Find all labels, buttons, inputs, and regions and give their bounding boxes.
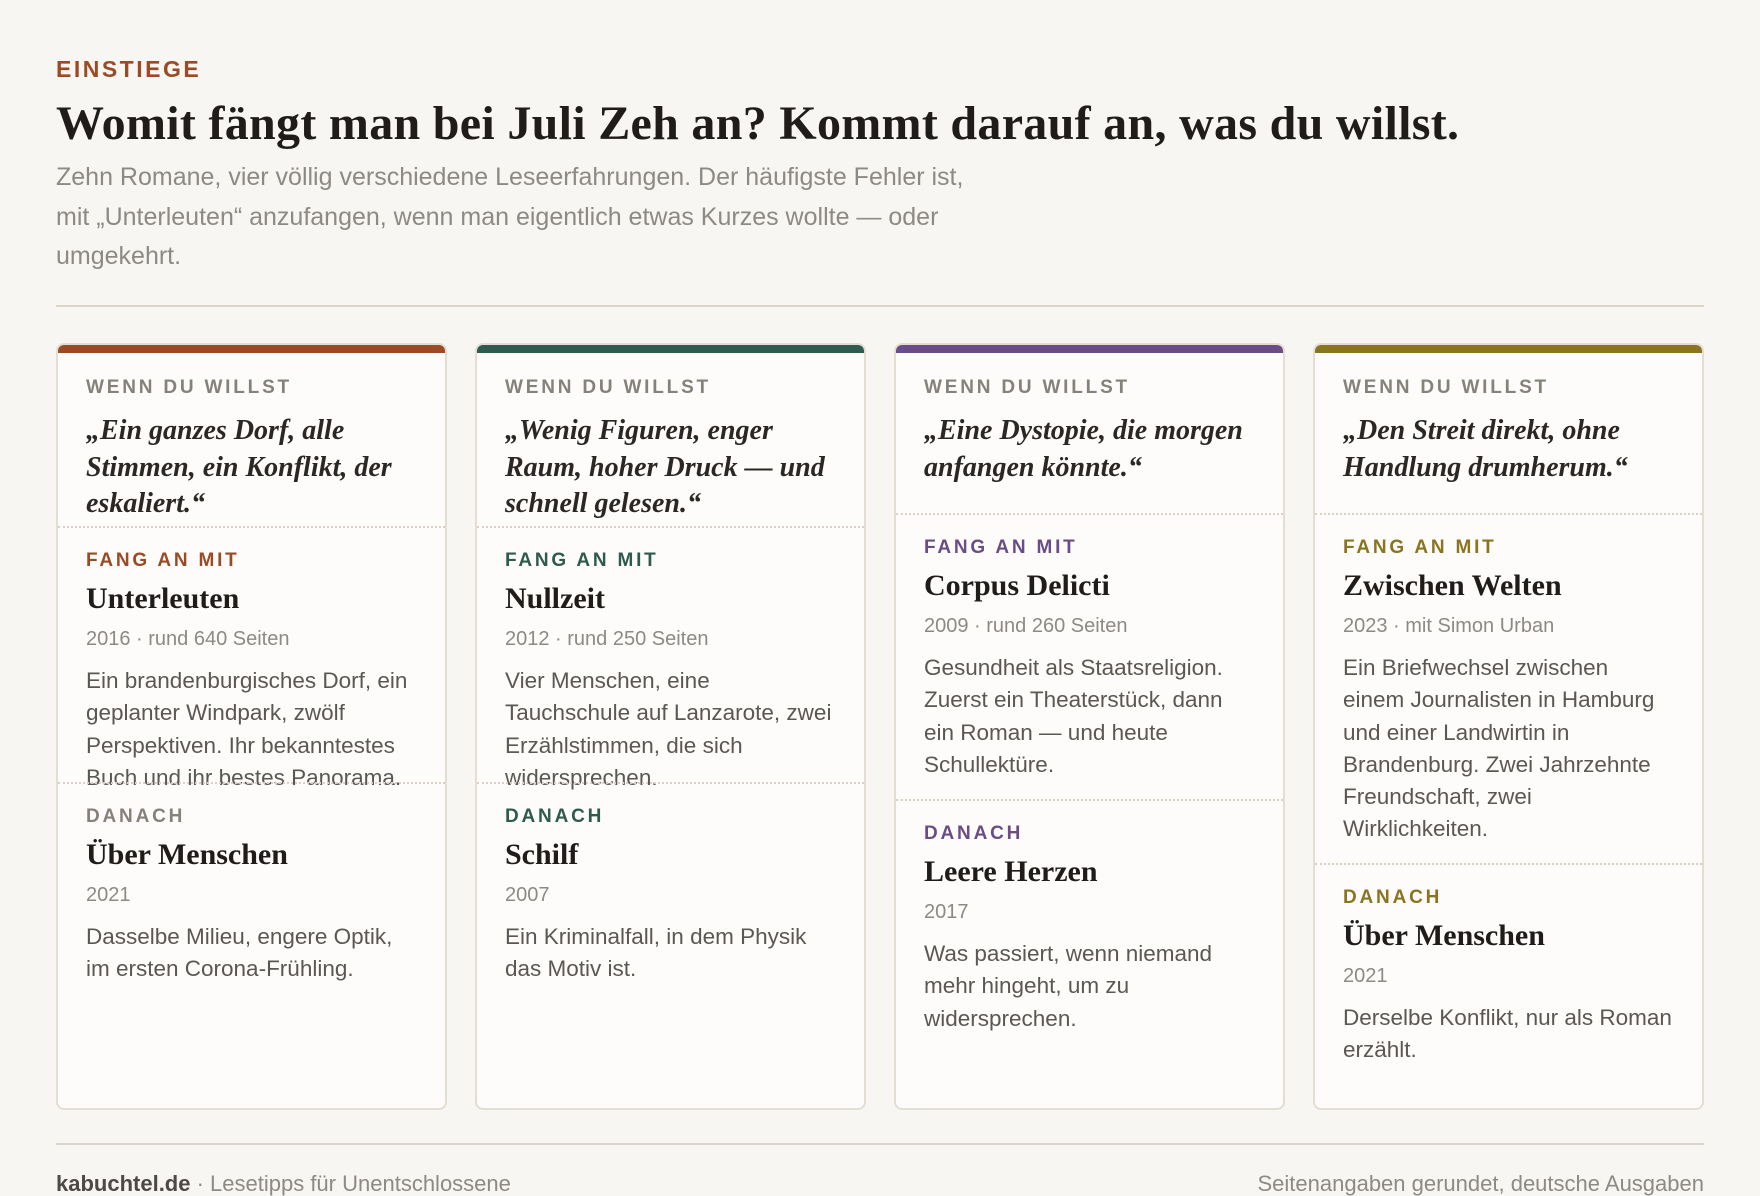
start-book-title[interactable]: Nullzeit xyxy=(505,582,836,616)
next-book-description: Derselbe Konflikt, nur als Roman erzählt… xyxy=(1343,1005,1672,1063)
start-book-meta: 2023 · mit Simon Urban xyxy=(1343,615,1555,637)
next-label: DANACH xyxy=(86,806,186,827)
footer-credit: kabuchtel.de · Lesetipps für Unentschlos… xyxy=(56,1171,511,1196)
start-label: FANG AN MIT xyxy=(924,537,1078,558)
intro-text: Zehn Romane, vier völlig verschiedene Le… xyxy=(56,163,964,270)
next-section: DANACH Über Menschen 2021 Derselbe Konfl… xyxy=(1315,865,1702,1067)
start-book-description: Ein brandenburgisches Dorf, ein geplante… xyxy=(86,668,408,790)
start-book-description: Vier Menschen, eine Tauchschule auf Lanz… xyxy=(505,668,832,790)
start-label: FANG AN MIT xyxy=(86,550,240,571)
next-book-meta: 2007 xyxy=(505,884,550,906)
footer-divider xyxy=(56,1143,1704,1145)
next-book-meta: 2017 xyxy=(924,901,969,923)
next-section: DANACH Über Menschen 2021 Dasselbe Milie… xyxy=(58,784,445,986)
card-debate: WENN DU WILLST „Den Streit direkt, ohne … xyxy=(1313,343,1704,1110)
card-dystopia: WENN DU WILLST „Eine Dystopie, die morge… xyxy=(894,343,1285,1110)
start-book-meta: 2016 · rund 640 Seiten xyxy=(86,628,290,650)
next-label: DANACH xyxy=(924,823,1024,844)
next-book-title[interactable]: Über Menschen xyxy=(86,838,417,872)
next-label: DANACH xyxy=(1343,887,1443,908)
want-section: WENN DU WILLST „Eine Dystopie, die morge… xyxy=(896,353,1283,513)
want-label: WENN DU WILLST xyxy=(924,377,1130,398)
start-section: FANG AN MIT Corpus Delicti 2009 · rund 2… xyxy=(896,515,1283,799)
start-book-title[interactable]: Corpus Delicti xyxy=(924,569,1255,603)
start-book-description: Gesundheit als Staatsreligion. Zuerst ei… xyxy=(924,655,1223,777)
want-section: WENN DU WILLST „Wenig Figuren, enger Rau… xyxy=(477,353,864,526)
want-quote: „Eine Dystopie, die morgen anfangen könn… xyxy=(924,415,1243,483)
start-section: FANG AN MIT Unterleuten 2016 · rund 640 … xyxy=(58,528,445,790)
card-short: WENN DU WILLST „Wenig Figuren, enger Rau… xyxy=(475,343,866,1110)
header-divider xyxy=(56,305,1704,307)
start-label: FANG AN MIT xyxy=(505,550,659,571)
next-book-description: Dasselbe Milieu, engere Optik, im ersten… xyxy=(86,924,393,982)
next-book-description: Was passiert, wenn niemand mehr hingeht,… xyxy=(924,941,1213,1031)
next-section: DANACH Schilf 2007 Ein Kriminalfall, in … xyxy=(477,784,864,986)
start-book-meta: 2009 · rund 260 Seiten xyxy=(924,615,1128,637)
start-book-meta: 2012 · rund 250 Seiten xyxy=(505,628,709,650)
want-label: WENN DU WILLST xyxy=(505,377,711,398)
want-section: WENN DU WILLST „Ein ganzes Dorf, alle St… xyxy=(58,353,445,526)
want-section: WENN DU WILLST „Den Streit direkt, ohne … xyxy=(1315,353,1702,513)
next-book-title[interactable]: Leere Herzen xyxy=(924,855,1255,889)
next-section: DANACH Leere Herzen 2017 Was passiert, w… xyxy=(896,801,1283,1035)
next-book-description: Ein Kriminalfall, in dem Physik das Moti… xyxy=(505,924,807,982)
next-book-title[interactable]: Schilf xyxy=(505,838,836,872)
footer-tagline: · Lesetipps für Unentschlossene xyxy=(190,1171,511,1196)
start-book-description: Ein Briefwechsel zwischen einem Journali… xyxy=(1343,655,1655,842)
section-eyebrow: EINSTIEGE xyxy=(56,56,202,82)
want-label: WENN DU WILLST xyxy=(86,377,292,398)
want-quote: „Wenig Figuren, enger Raum, hoher Druck … xyxy=(505,415,825,519)
next-book-meta: 2021 xyxy=(86,884,131,906)
start-label: FANG AN MIT xyxy=(1343,537,1497,558)
start-book-title[interactable]: Unterleuten xyxy=(86,582,417,616)
card-accent-bar xyxy=(58,345,445,353)
start-section: FANG AN MIT Nullzeit 2012 · rund 250 Sei… xyxy=(477,528,864,790)
card-accent-bar xyxy=(896,345,1283,353)
want-quote: „Ein ganzes Dorf, alle Stimmen, ein Konf… xyxy=(86,415,392,519)
next-book-meta: 2021 xyxy=(1343,965,1388,987)
page: EINSTIEGE Womit fängt man bei Juli Zeh a… xyxy=(0,0,1760,1196)
card-grid: WENN DU WILLST „Ein ganzes Dorf, alle St… xyxy=(56,343,1704,1110)
page-title: Womit fängt man bei Juli Zeh an? Kommt d… xyxy=(56,97,1460,150)
start-section: FANG AN MIT Zwischen Welten 2023 · mit S… xyxy=(1315,515,1702,863)
start-book-title[interactable]: Zwischen Welten xyxy=(1343,569,1674,603)
next-label: DANACH xyxy=(505,806,605,827)
want-quote: „Den Streit direkt, ohne Handlung drumhe… xyxy=(1343,415,1628,483)
want-label: WENN DU WILLST xyxy=(1343,377,1549,398)
footer-note: Seitenangaben gerundet, deutsche Ausgabe… xyxy=(1257,1171,1705,1196)
next-book-title[interactable]: Über Menschen xyxy=(1343,919,1674,953)
card-accent-bar xyxy=(1315,345,1702,353)
card-village: WENN DU WILLST „Ein ganzes Dorf, alle St… xyxy=(56,343,447,1110)
card-accent-bar xyxy=(477,345,864,353)
site-link[interactable]: kabuchtel.de xyxy=(56,1171,190,1196)
